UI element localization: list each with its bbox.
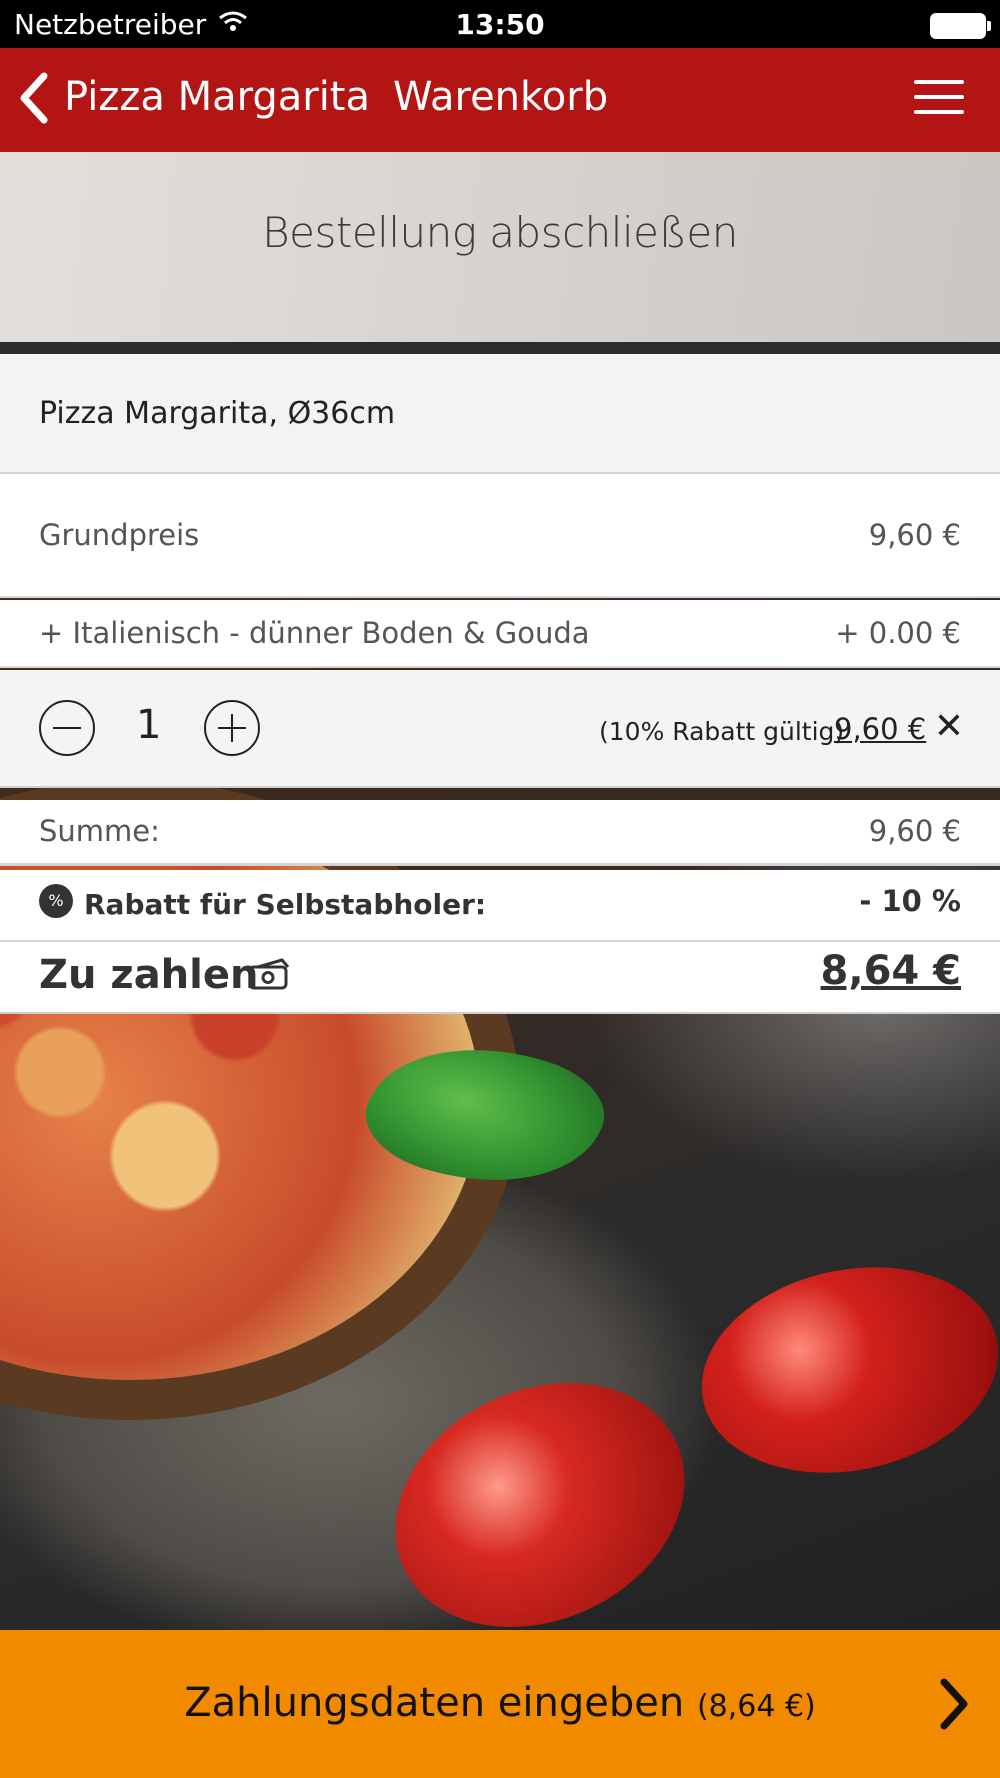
enter-payment-button[interactable]: Zahlungsdaten eingeben (8,64 €) <box>0 1630 1000 1778</box>
remove-item-icon[interactable]: ✕ <box>934 706 964 747</box>
decrease-quantity-button[interactable] <box>39 700 95 756</box>
cta-label: Zahlungsdaten eingeben <box>184 1680 685 1726</box>
checkout-banner: Bestellung abschließen <box>0 152 1000 354</box>
discount-row: % Rabatt für Selbstabholer: - 10 % <box>0 870 1000 942</box>
cash-icon <box>248 958 292 990</box>
line-price: 9,60 € <box>834 712 927 746</box>
total-row: Zu zahlen 8,64 € <box>0 942 1000 1014</box>
hamburger-menu-icon[interactable] <box>914 80 964 120</box>
tomato-image <box>355 1337 725 1673</box>
sum-row: Summe: 9,60 € <box>0 800 1000 866</box>
clock: 13:50 <box>455 8 545 41</box>
status-bar: Netzbetreiber 13:50 <box>0 0 1000 48</box>
extra-option-price: + 0.00 € <box>835 616 961 650</box>
banner-title: Bestellung abschließen <box>262 208 738 257</box>
discount-label: Rabatt für Selbstabholer: <box>84 888 487 921</box>
extra-option-label: + Italienisch - dünner Boden & Gouda <box>39 616 590 650</box>
page-title: Warenkorb <box>393 74 609 120</box>
total-label: Zu zahlen <box>39 952 259 998</box>
tomato-image <box>682 1240 1000 1500</box>
base-price-value: 9,60 € <box>868 518 961 552</box>
navigation-bar: Pizza Margarita Warenkorb <box>0 48 1000 152</box>
back-chevron-icon[interactable] <box>14 68 54 128</box>
quantity-value: 1 <box>136 702 162 748</box>
sum-value: 9,60 € <box>868 814 961 848</box>
base-price-label: Grundpreis <box>39 518 200 552</box>
extra-option-row: + Italienisch - dünner Boden & Gouda + 0… <box>0 600 1000 668</box>
discount-value: - 10 % <box>859 884 961 918</box>
quantity-row: 1 (10% Rabatt gültig) 9,60 € ✕ <box>0 670 1000 788</box>
increase-quantity-button[interactable] <box>204 700 260 756</box>
sum-label: Summe: <box>39 814 160 848</box>
back-button[interactable]: Pizza Margarita <box>64 74 370 120</box>
cart-item-name: Pizza Margarita, Ø36cm <box>0 354 1000 474</box>
base-price-row: Grundpreis 9,60 € <box>0 474 1000 598</box>
total-value: 8,64 € <box>820 948 961 994</box>
discount-note: (10% Rabatt gültig) <box>599 717 845 746</box>
battery-icon <box>930 13 991 39</box>
cta-amount: (8,64 €) <box>696 1689 816 1724</box>
chevron-right-icon <box>936 1676 972 1732</box>
percent-badge-icon: % <box>39 884 73 918</box>
